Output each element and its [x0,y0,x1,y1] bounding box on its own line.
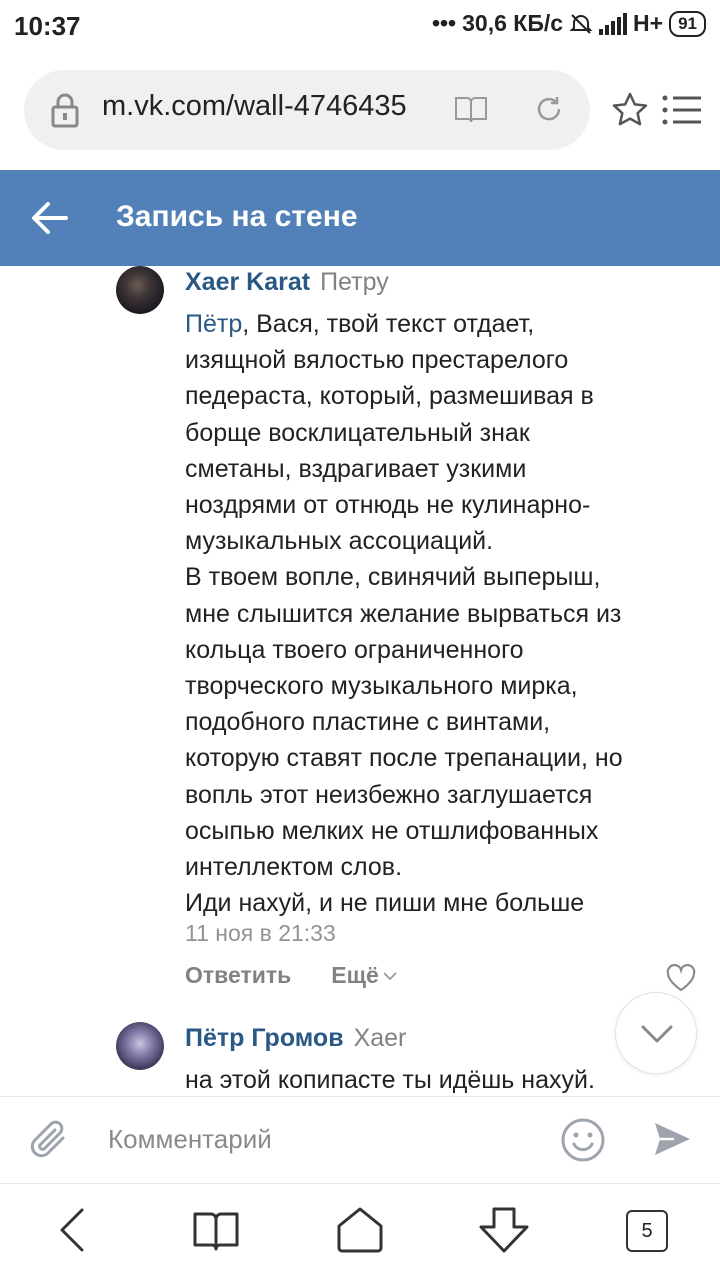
browser-toolbar: m.vk.com/wall-4746435 [0,52,720,170]
smile-icon[interactable] [560,1117,606,1163]
comment-reply-to[interactable]: Петру [320,268,389,296]
comment-header: Xaer Karat Петру [185,268,389,297]
comment-text-body: , Вася, твой текст отдает, изящной вялос… [185,310,623,918]
home-icon[interactable] [336,1206,384,1254]
comment-author[interactable]: Xaer Karat [185,268,310,296]
star-icon[interactable] [612,92,648,126]
more-label: Ещё [331,962,379,988]
mention-link[interactable]: Пётр [185,310,242,338]
app-header: Запись на стене [0,170,720,266]
comments-list: Xaer Karat Петру Пётр, Вася, твой текст о… [0,266,720,1096]
tabs-count-button[interactable]: 5 [626,1210,668,1252]
reply-button[interactable]: Ответить [185,962,291,989]
comment-composer [0,1096,720,1184]
status-indicators: ••• 30,6 КБ/с H+ 91 [432,10,706,37]
bookmarks-icon[interactable] [192,1206,240,1254]
chevron-down-icon [641,1025,673,1043]
more-button[interactable]: Ещё [331,962,397,989]
network-type: H+ [633,10,664,36]
alarm-off-icon [569,13,593,34]
browser-bottom-nav: 5 [0,1184,720,1280]
status-time: 10:37 [14,11,81,41]
comment-input[interactable] [108,1119,528,1159]
reader-icon[interactable] [454,94,488,124]
status-dots: ••• [431,10,457,36]
send-icon[interactable] [652,1119,692,1159]
comment-text: Пётр, Вася, твой текст отдает, изящной в… [185,306,705,921]
back-icon[interactable] [56,1206,88,1254]
avatar[interactable] [116,1022,164,1070]
signal-icon [599,12,628,35]
comment-header: Пётр Громов Xaer [185,1024,406,1053]
reload-icon[interactable] [534,94,564,124]
status-bar: 10:37 ••• 30,6 КБ/с H+ 91 [0,0,720,52]
download-icon[interactable] [478,1206,530,1254]
chevron-down-icon [383,971,397,980]
comment-author[interactable]: Пётр Громов [185,1024,344,1052]
address-bar[interactable]: m.vk.com/wall-4746435 [24,70,590,150]
avatar[interactable] [116,266,164,314]
heart-icon[interactable] [666,964,696,992]
comment-reply-to[interactable]: Xaer [354,1024,407,1052]
page-title: Запись на стене [116,200,358,233]
back-arrow-icon[interactable] [30,198,70,238]
comment-actions: Ответить Ещё [185,962,397,989]
lock-icon [51,93,79,128]
comment-date[interactable]: 11 ноя в 21:33 [185,920,336,947]
paperclip-icon[interactable] [28,1117,70,1163]
scroll-down-button[interactable] [615,992,697,1074]
menu-icon[interactable] [662,94,702,126]
url-text[interactable]: m.vk.com/wall-4746435 [102,90,420,123]
network-speed: 30,6 КБ/с [462,10,564,36]
battery-icon: 91 [669,10,706,37]
